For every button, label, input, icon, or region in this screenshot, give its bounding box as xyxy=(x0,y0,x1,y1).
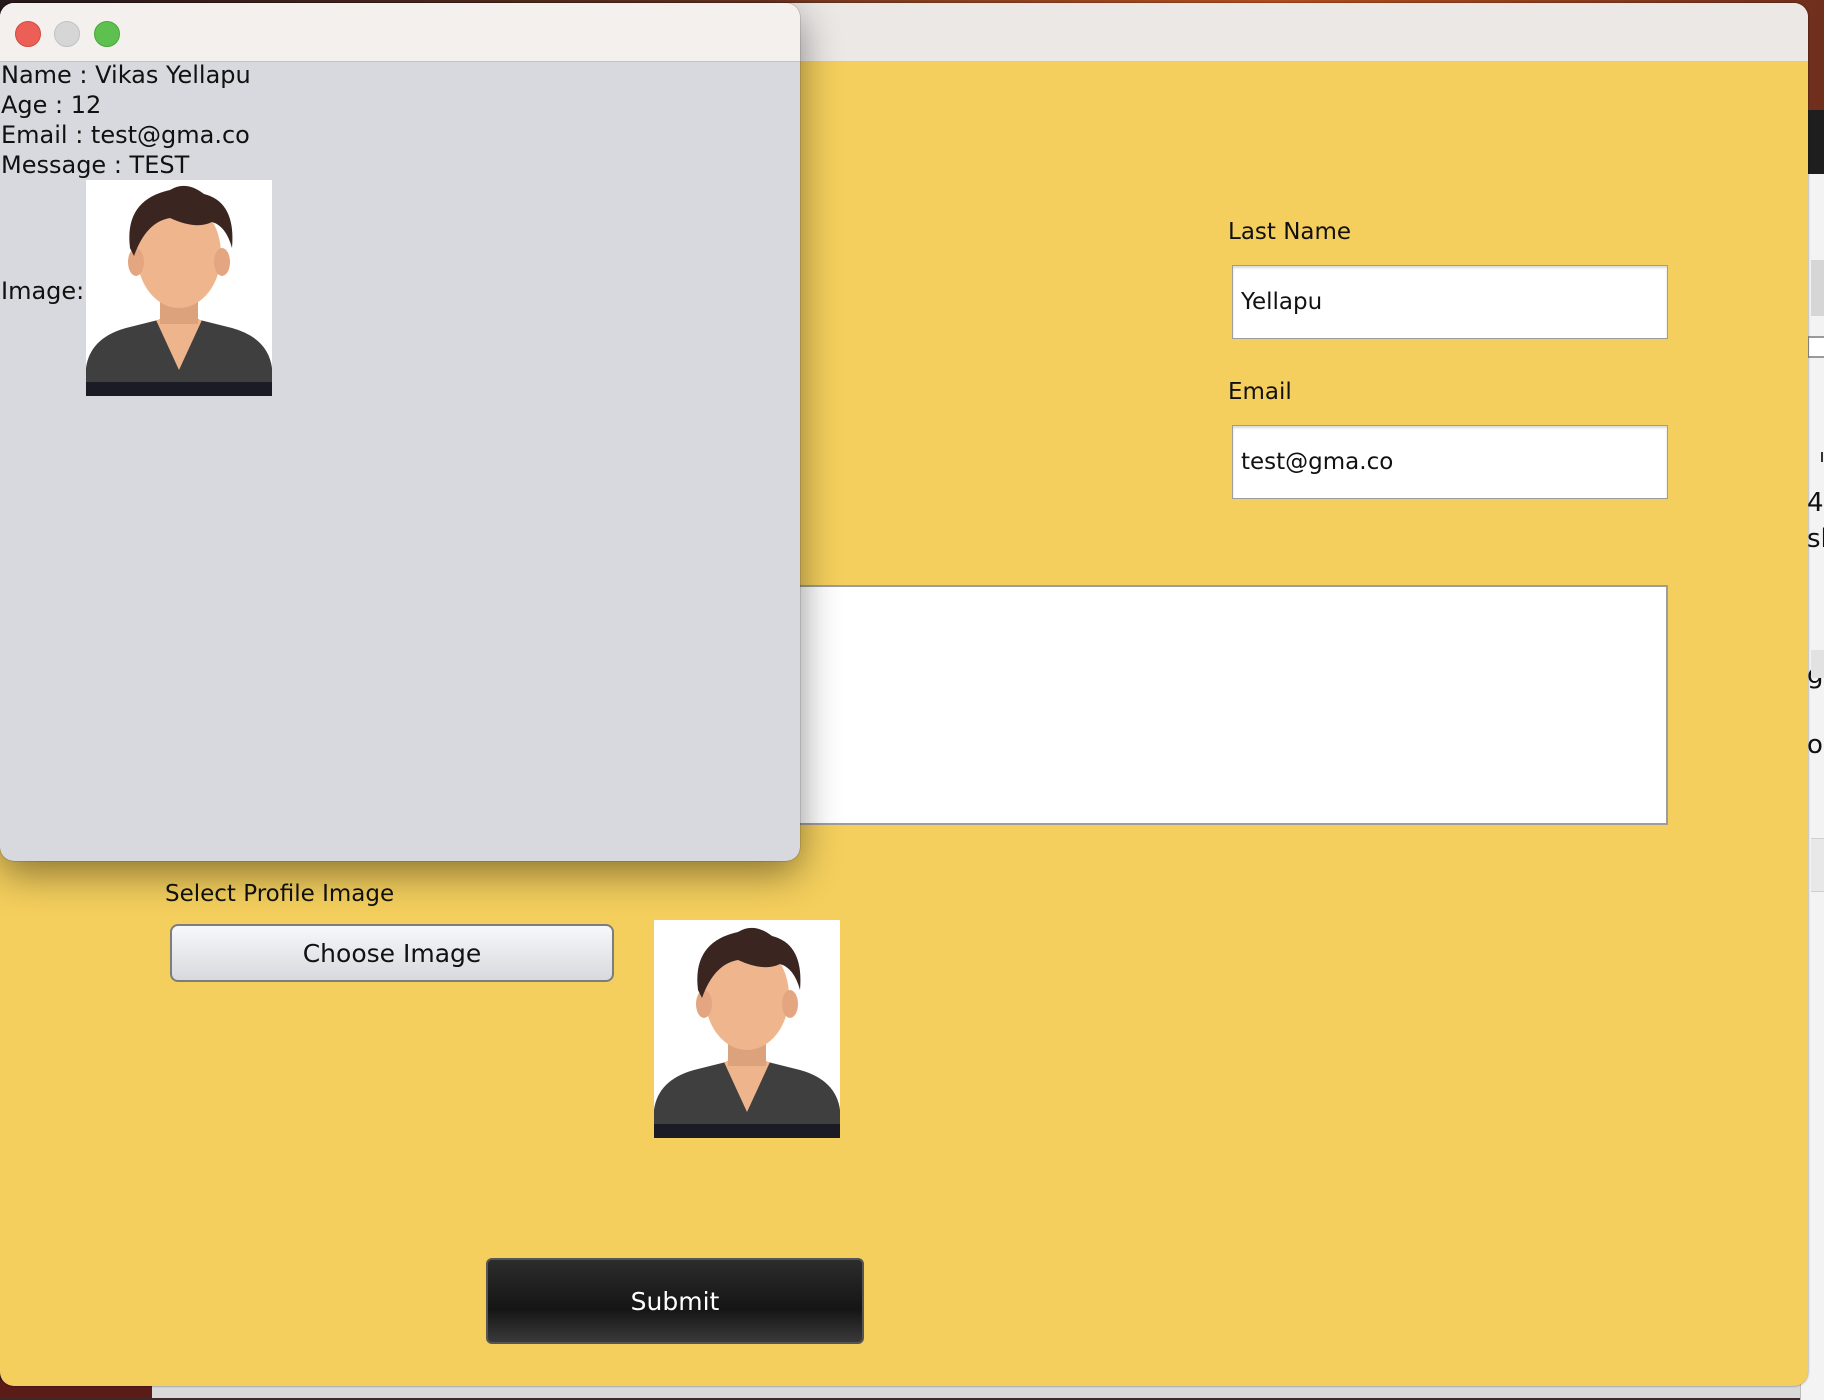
profile-image-preview xyxy=(654,920,840,1138)
detail-email: Email : test@gma.co xyxy=(1,121,250,149)
profile-avatar-icon xyxy=(654,920,840,1138)
detail-message: Message : TEST xyxy=(1,151,190,179)
submit-button[interactable]: Submit xyxy=(486,1258,864,1344)
background-text-fragment: 4( xyxy=(1807,488,1824,518)
close-icon[interactable] xyxy=(15,21,41,47)
detail-image-label: Image: xyxy=(1,277,85,305)
detail-name: Name : Vikas Yellapu xyxy=(1,61,251,89)
background-text-fragment: o xyxy=(1807,730,1823,760)
email-label: Email xyxy=(1228,379,1292,405)
choose-image-button[interactable]: Choose Image xyxy=(170,924,614,982)
popup-titlebar[interactable] xyxy=(0,3,800,62)
detail-profile-image xyxy=(86,180,272,396)
background-text-fragment: sl xyxy=(1807,524,1824,554)
zoom-icon[interactable] xyxy=(94,21,120,47)
details-popup-window: Name : Vikas Yellapu Age : 12 Email : te… xyxy=(0,3,800,861)
last-name-label: Last Name xyxy=(1228,219,1352,245)
minimize-icon[interactable] xyxy=(54,21,80,47)
email-value: test@gma.co xyxy=(1241,449,1394,475)
background-checkbox xyxy=(1807,336,1824,358)
last-name-field[interactable]: Yellapu xyxy=(1232,265,1668,339)
detail-age: Age : 12 xyxy=(1,91,102,119)
last-name-value: Yellapu xyxy=(1241,289,1323,315)
profile-avatar-icon xyxy=(86,180,272,396)
select-profile-image-label: Select Profile Image xyxy=(165,881,395,907)
message-textarea[interactable] xyxy=(680,585,1668,825)
email-field[interactable]: test@gma.co xyxy=(1232,425,1668,499)
